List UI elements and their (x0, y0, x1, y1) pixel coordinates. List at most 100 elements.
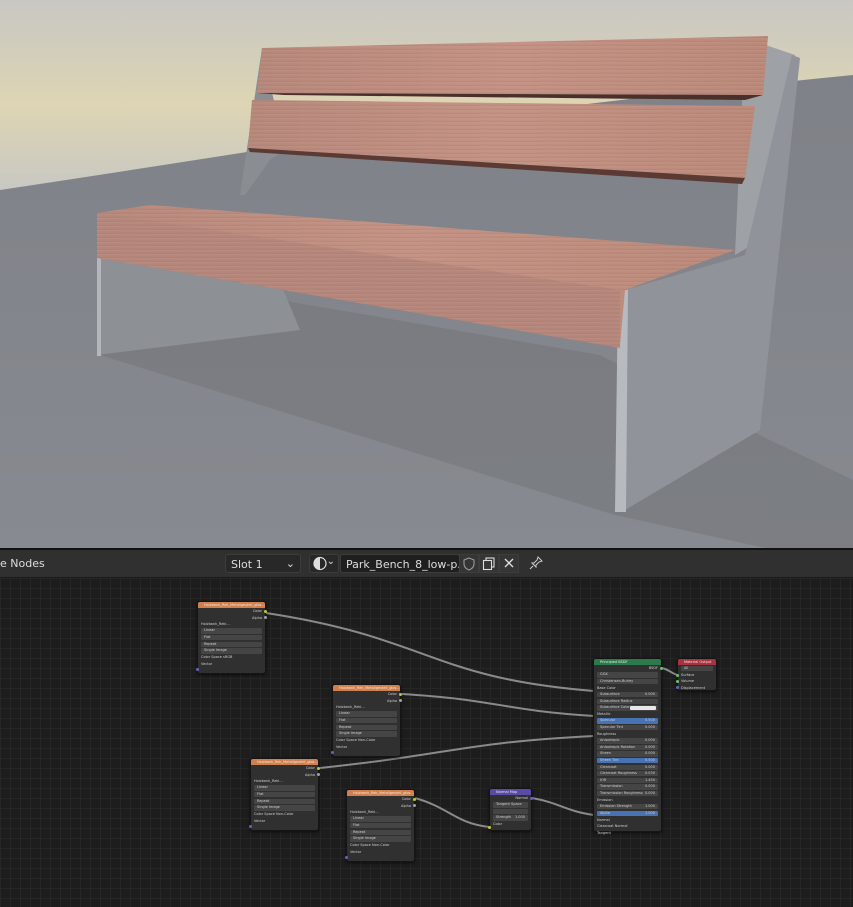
bsdf-input-row[interactable]: Specular 0.500 (594, 718, 661, 725)
bsdf-input-row[interactable]: Tangent (594, 830, 661, 837)
input-field[interactable]: Subsurface 0.000 (597, 691, 658, 698)
bsdf-input-row[interactable]: Subsurface 0.000 (594, 691, 661, 698)
distribution-dropdown[interactable]: GGX (597, 672, 658, 678)
bsdf-input-row[interactable]: Anisotropic 0.000 (594, 738, 661, 745)
socket-color-in[interactable] (488, 826, 491, 829)
socket-bsdf-out[interactable] (660, 667, 663, 670)
extension-dropdown[interactable]: Repeat (336, 724, 397, 730)
input-field[interactable]: Anisotropic 0.000 (597, 738, 658, 744)
socket-color[interactable] (317, 767, 320, 770)
socket-volume-in[interactable] (676, 680, 679, 683)
bsdf-input-row[interactable]: Anisotropic Rotation 0.000 (594, 744, 661, 751)
color-space-row[interactable]: Color Space sRGB (198, 654, 265, 661)
socket-alpha[interactable] (413, 804, 416, 807)
interpolation-dropdown[interactable]: Linear (336, 711, 397, 717)
socket-vector[interactable] (331, 751, 334, 754)
input-field[interactable]: Transmission Roughness 0.000 (597, 790, 658, 797)
source-dropdown[interactable]: Single Image (336, 731, 397, 737)
bsdf-input-row[interactable]: Roughness (594, 731, 661, 738)
input-field[interactable]: Sheen Tint 0.500 (597, 757, 658, 764)
subsurface-method-dropdown[interactable]: Christensen-Burley (597, 678, 658, 685)
image-texture-node[interactable]: Holzbank_Rek_Metallgestell_glos... Color… (249, 758, 320, 831)
projection-dropdown[interactable]: Flat (336, 717, 397, 724)
image-selector[interactable]: Holzbank_Reki... (198, 621, 265, 628)
input-field[interactable]: Subsurface Color (597, 705, 658, 711)
input-field[interactable]: Specular Tint 0.000 (597, 724, 658, 731)
interpolation-dropdown[interactable]: Linear (254, 785, 315, 791)
input-field[interactable]: Clearcoat 0.000 (597, 764, 658, 770)
socket-surface-in[interactable] (676, 674, 679, 677)
interpolation-dropdown[interactable]: Linear (350, 816, 411, 822)
socket-alpha[interactable] (399, 699, 402, 702)
unlink-material-button[interactable] (499, 554, 519, 573)
color-space-row[interactable]: Color Space Non-Color (251, 811, 318, 818)
socket-alpha[interactable] (264, 616, 267, 619)
projection-dropdown[interactable]: Flat (201, 634, 262, 641)
bsdf-input-row[interactable]: Emission (594, 797, 661, 804)
interpolation-dropdown[interactable]: Linear (201, 628, 262, 634)
strength-field[interactable]: Strength 1.000 (493, 815, 528, 821)
bsdf-input-row[interactable]: IOR 1.450 (594, 777, 661, 784)
bsdf-input-row[interactable]: Transmission 0.000 (594, 784, 661, 791)
input-field[interactable]: IOR 1.450 (597, 777, 658, 784)
bsdf-input-row[interactable]: Clearcoat 0.000 (594, 764, 661, 771)
slot-dropdown[interactable]: Slot 1 ⌄ (225, 554, 301, 573)
bsdf-input-row[interactable]: Normal (594, 817, 661, 824)
socket-displacement-in[interactable] (676, 686, 679, 689)
image-selector[interactable]: Holzbank_Reki... (347, 809, 414, 816)
bsdf-input-row[interactable]: Specular Tint 0.000 (594, 724, 661, 731)
space-dropdown[interactable]: Tangent Space (493, 802, 528, 808)
bsdf-input-row[interactable]: Emission Strength 1.000 (594, 803, 661, 810)
bsdf-input-row[interactable]: Clearcoat Normal (594, 823, 661, 830)
bsdf-input-row[interactable]: Base Color (594, 685, 661, 692)
projection-dropdown[interactable]: Flat (350, 822, 411, 829)
input-field[interactable]: Specular 0.500 (597, 718, 658, 724)
bsdf-input-row[interactable]: Subsurface Radius (594, 698, 661, 705)
image-selector[interactable]: Holzbank_Reki... (251, 778, 318, 785)
material-browse-button[interactable]: ⌄ (309, 554, 339, 573)
socket-color[interactable] (413, 798, 416, 801)
color-space-row[interactable]: Color Space Non-Color (333, 737, 400, 744)
projection-dropdown[interactable]: Flat (254, 791, 315, 798)
source-dropdown[interactable]: Single Image (201, 648, 262, 654)
source-dropdown[interactable]: Single Image (254, 805, 315, 811)
image-texture-node[interactable]: Holzbank_Rek_Metallgestell_glos... Color… (331, 684, 402, 757)
bsdf-input-row[interactable]: Subsurface Color (594, 705, 661, 712)
socket-vector[interactable] (345, 856, 348, 859)
fake-user-button[interactable] (459, 554, 479, 573)
image-texture-node[interactable]: Holzbank_Rek_Metallgestell_glos... Color… (196, 601, 267, 674)
bsdf-input-row[interactable]: Alpha 1.000 (594, 810, 661, 817)
color-space-row[interactable]: Color Space Non-Color (347, 842, 414, 849)
node-editor-canvas[interactable]: Holzbank_Rek_Metallgestell_glos... Color… (0, 578, 853, 907)
socket-color[interactable] (264, 610, 267, 613)
pin-button[interactable] (527, 554, 545, 573)
color-swatch[interactable] (630, 706, 656, 710)
material-output-node[interactable]: Material Output All Surface Volume Displ… (676, 658, 717, 691)
bsdf-input-row[interactable]: Metallic (594, 711, 661, 718)
extension-dropdown[interactable]: Repeat (350, 829, 411, 835)
3d-viewport-render[interactable] (0, 0, 853, 548)
image-texture-node[interactable]: Holzbank_Rek_Metallgestell_glos... Color… (345, 789, 416, 862)
bsdf-input-row[interactable]: Sheen 0.000 (594, 751, 661, 758)
material-name-field[interactable]: Park_Bench_8_low-p... (340, 554, 460, 573)
bsdf-input-row[interactable]: Sheen Tint 0.500 (594, 757, 661, 764)
input-field[interactable]: Subsurface Radius (597, 698, 658, 704)
bsdf-input-row[interactable]: Transmission Roughness 0.000 (594, 790, 661, 797)
image-selector[interactable]: Holzbank_Reki... (333, 704, 400, 711)
extension-dropdown[interactable]: Repeat (254, 798, 315, 804)
extension-dropdown[interactable]: Repeat (201, 641, 262, 647)
target-dropdown[interactable]: All (681, 665, 713, 671)
normal-map-node[interactable]: Normal Map Normal Tangent Space Strength… (488, 788, 533, 831)
input-field[interactable]: Transmission 0.000 (597, 784, 658, 790)
duplicate-material-button[interactable] (479, 554, 499, 573)
input-field[interactable]: Emission Strength 1.000 (597, 804, 658, 810)
socket-color[interactable] (399, 693, 402, 696)
bsdf-input-row[interactable]: Clearcoat Roughness 0.030 (594, 771, 661, 778)
uv-map-field[interactable] (493, 808, 528, 815)
input-field[interactable]: Clearcoat Roughness 0.030 (597, 771, 658, 777)
source-dropdown[interactable]: Single Image (350, 836, 411, 842)
socket-normal-out[interactable] (530, 797, 533, 800)
input-field[interactable]: Anisotropic Rotation 0.000 (597, 744, 658, 751)
principled-bsdf-node[interactable]: Principled BSDF BSDF GGX Christensen-Bur… (593, 658, 663, 835)
input-field[interactable]: Sheen 0.000 (597, 751, 658, 757)
